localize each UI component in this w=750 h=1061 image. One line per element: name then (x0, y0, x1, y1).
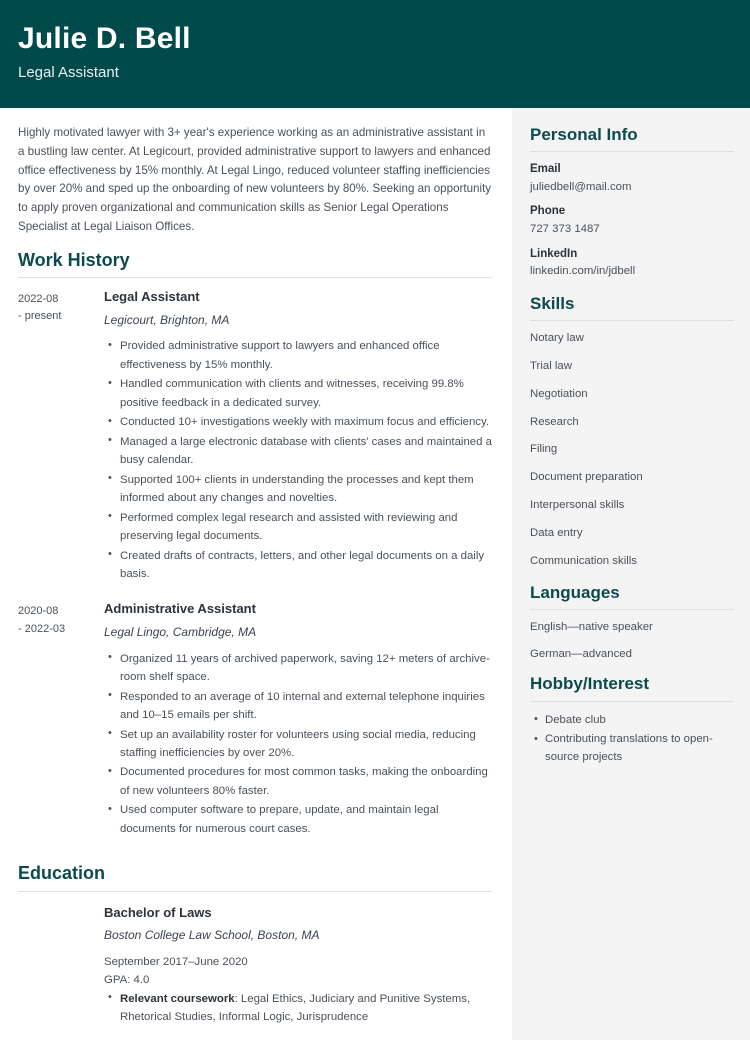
work-entry-dates: 2022-08 - present (18, 289, 104, 325)
work-entry-role: Administrative Assistant (104, 601, 256, 617)
education-entry-dates (18, 903, 104, 905)
section-divider (530, 700, 734, 702)
education-entry: Bachelor of Laws Boston College Law Scho… (18, 903, 492, 1041)
date-end: - 2022-03 (18, 622, 66, 635)
list-item: German—advanced (530, 647, 632, 660)
contact-label: Email (530, 163, 561, 176)
section-divider (530, 320, 734, 322)
list-item: Organized 11 years of archived paperwork… (108, 649, 492, 687)
work-entry-organization: Legal Lingo, Cambridge, MA (104, 625, 257, 640)
list-item: Interpersonal skills (530, 499, 625, 512)
work-entry-body: Legal Assistant Legicourt, Brighton, MA … (104, 289, 492, 597)
contact-value[interactable]: linkedin.com/in/jdbell (530, 264, 734, 279)
contact-value[interactable]: 727 373 1487 (530, 222, 734, 237)
contact-label: LinkedIn (530, 247, 578, 260)
resume-header: Julie D. Bell Legal Assistant (0, 0, 750, 108)
work-entry-bullets: Provided administrative support to lawye… (104, 337, 492, 583)
education-school: Boston College Law School, Boston, MA (104, 928, 320, 943)
education-bullets: Relevant coursework: Legal Ethics, Judic… (104, 989, 492, 1027)
list-item: Filing (530, 443, 558, 456)
list-item: Responded to an average of 10 internal a… (108, 687, 492, 725)
education-dates: September 2017–June 2020 (104, 956, 248, 969)
resume-body: Highly motivated lawyer with 3+ year's e… (0, 108, 750, 1061)
list-item: Documented procedures for most common ta… (108, 763, 492, 800)
candidate-job-title: Legal Assistant (18, 64, 119, 81)
education-degree: Bachelor of Laws (104, 904, 212, 920)
work-entry-organization: Legicourt, Brighton, MA (104, 312, 230, 327)
list-item: Notary law (530, 332, 584, 345)
section-title-skills: Skills (530, 293, 575, 313)
list-item: Provided administrative support to lawye… (108, 337, 492, 374)
section-divider (530, 608, 734, 610)
work-history-list: 2022-08 - present Legal Assistant Legico… (18, 289, 492, 852)
list-item: Managed a large electronic database with… (108, 432, 492, 470)
contact-label: Phone (530, 205, 566, 218)
list-item: Negotiation (530, 387, 588, 400)
contact-item-linkedin: LinkedIn linkedin.com/in/jdbell (530, 247, 734, 279)
languages-list: English—native speaker German—advanced (530, 620, 734, 662)
contact-item-email: Email juliedbell@mail.com (530, 162, 734, 194)
section-title-personal-info: Personal Info (530, 125, 638, 144)
hobbies-list: Debate club Contributing translations to… (530, 711, 734, 767)
professional-summary: Highly motivated lawyer with 3+ year's e… (18, 126, 492, 233)
coursework-label: Relevant coursework (120, 992, 235, 1005)
work-entry-bullets: Organized 11 years of archived paperwork… (104, 649, 492, 839)
date-end: - present (18, 310, 62, 323)
section-title-languages: Languages (530, 582, 620, 602)
main-column: Highly motivated lawyer with 3+ year's e… (0, 108, 512, 1044)
candidate-name: Julie D. Bell (18, 22, 191, 55)
list-item: English—native speaker (530, 620, 653, 633)
list-item: Used computer software to prepare, updat… (108, 801, 492, 838)
section-title-work-history: Work History (18, 249, 130, 270)
list-item: Contributing translations to open-source… (534, 731, 734, 766)
work-entry-role: Legal Assistant (104, 289, 200, 305)
section-divider (18, 890, 492, 892)
list-item: Supported 100+ clients in understanding … (108, 470, 492, 508)
list-item: Conducted 10+ investigations weekly with… (108, 413, 492, 431)
work-entry-dates: 2020-08 - 2022-03 (18, 601, 104, 637)
list-item: Data entry (530, 526, 583, 539)
section-divider (18, 277, 492, 279)
education-entry-body: Bachelor of Laws Boston College Law Scho… (104, 905, 492, 1041)
section-title-hobby-interest: Hobby/Interest (530, 674, 650, 694)
contact-value[interactable]: juliedbell@mail.com (530, 180, 734, 195)
resume-page: Julie D. Bell Legal Assistant Highly mot… (0, 0, 750, 1061)
skills-list: Notary law Trial law Negotiation Researc… (530, 331, 734, 568)
list-item: Document preparation (530, 471, 643, 484)
list-item: Performed complex legal research and ass… (108, 508, 492, 546)
list-item: Debate club (534, 711, 734, 730)
education-gpa: GPA: 4.0 (104, 974, 150, 987)
list-item: Communication skills (530, 554, 637, 567)
work-entry: 2020-08 - 2022-03 Administrative Assista… (18, 601, 492, 852)
contact-item-phone: Phone 727 373 1487 (530, 204, 734, 236)
sidebar: Personal Info Email juliedbell@mail.com … (512, 108, 750, 1040)
section-divider (530, 151, 734, 153)
work-entry-body: Administrative Assistant Legal Lingo, Ca… (104, 601, 492, 852)
section-title-education: Education (18, 863, 106, 884)
list-item: Created drafts of contracts, letters, an… (108, 546, 492, 584)
work-entry: 2022-08 - present Legal Assistant Legico… (18, 289, 492, 597)
list-item: Trial law (530, 359, 572, 372)
date-start: 2020-08 (18, 605, 59, 618)
list-item: Relevant coursework: Legal Ethics, Judic… (108, 989, 492, 1027)
list-item: Set up an availability roster for volunt… (108, 725, 492, 763)
list-item: Research (530, 415, 579, 428)
list-item: Handled communication with clients and w… (108, 375, 492, 412)
date-start: 2022-08 (18, 293, 59, 306)
